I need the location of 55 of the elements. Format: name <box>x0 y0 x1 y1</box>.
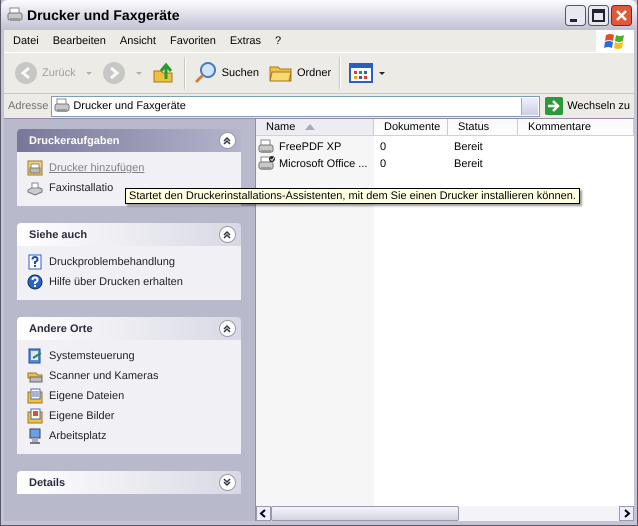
menu-item[interactable]: Extras <box>222 35 268 47</box>
table-cell-text: 0 <box>379 140 388 152</box>
help-icon <box>27 274 43 290</box>
close-button[interactable] <box>611 4 632 26</box>
folder-icon <box>27 408 43 424</box>
fax-icon <box>27 180 43 196</box>
menu-item[interactable]: Ansicht <box>112 35 163 47</box>
maximize-button[interactable] <box>588 4 609 26</box>
search-icon <box>194 61 218 85</box>
column-header[interactable]: Dokumente <box>374 119 448 135</box>
task-link[interactable]: Arbeitsplatz <box>49 430 106 442</box>
column-header[interactable]: Status <box>448 119 518 135</box>
printer-icon <box>27 160 43 176</box>
scroll-thumb[interactable] <box>271 506 459 521</box>
task-link[interactable]: Eigene Bilder <box>49 410 114 422</box>
search-button[interactable]: Suchen <box>190 59 263 87</box>
folder-icon <box>27 388 43 404</box>
printer-icon <box>54 98 70 114</box>
address-label: Adresse <box>8 100 48 112</box>
column-header[interactable]: Kommentare <box>518 119 634 135</box>
help-document-icon <box>27 254 43 270</box>
task-link[interactable]: Scanner und Kameras <box>49 370 158 382</box>
section-header[interactable]: Details <box>17 471 241 494</box>
table-cell-text: Bereit <box>453 140 484 152</box>
sort-arrow-icon <box>305 124 316 130</box>
menu-item[interactable]: Favoriten <box>162 35 223 47</box>
task-link[interactable]: Faxinstallatio <box>49 182 114 194</box>
column-header[interactable]: Name <box>256 119 374 135</box>
logo-flag-icon <box>604 31 626 51</box>
file-name[interactable]: Microsoft Office ... <box>275 158 374 170</box>
task-link[interactable]: Systemsteuerung <box>49 350 135 362</box>
table-cell-text: 0 <box>379 158 388 170</box>
go-button[interactable]: Wechseln zu <box>543 97 634 115</box>
task-link[interactable]: Druckproblembehandlung <box>49 256 175 268</box>
printer-icon <box>7 7 23 23</box>
window-title: Drucker und Faxgeräte <box>27 7 180 23</box>
table-cell-text: Bereit <box>453 158 484 170</box>
views-icon <box>349 61 374 85</box>
minimize-button[interactable] <box>565 4 586 26</box>
menu-item[interactable]: ? <box>268 35 288 47</box>
section-header[interactable]: Andere Orte <box>17 317 241 340</box>
folders-button[interactable]: Ordner <box>264 59 336 87</box>
menu-item[interactable]: Datei <box>6 35 46 47</box>
scroll-left-icon[interactable] <box>256 506 271 521</box>
scroll-right-icon[interactable] <box>619 506 634 521</box>
horizontal-scrollbar[interactable] <box>256 506 634 521</box>
task-link[interactable]: Eigene Dateien <box>49 390 124 402</box>
computer-icon <box>27 428 43 444</box>
tooltip: Startet den Druckerinstallations-Assistenten, mit dem Sie einen Drucker installieren können. <box>125 188 580 204</box>
task-link[interactable]: Hilfe über Drucken erhalten <box>49 276 183 288</box>
section-header[interactable]: Siehe auch <box>17 223 241 246</box>
control-panel-icon <box>27 348 43 364</box>
address-field[interactable]: Drucker und Faxgeräte <box>51 96 540 116</box>
menu-item[interactable]: Bearbeiten <box>46 35 113 47</box>
file-name[interactable]: FreePDF XP <box>275 140 374 152</box>
